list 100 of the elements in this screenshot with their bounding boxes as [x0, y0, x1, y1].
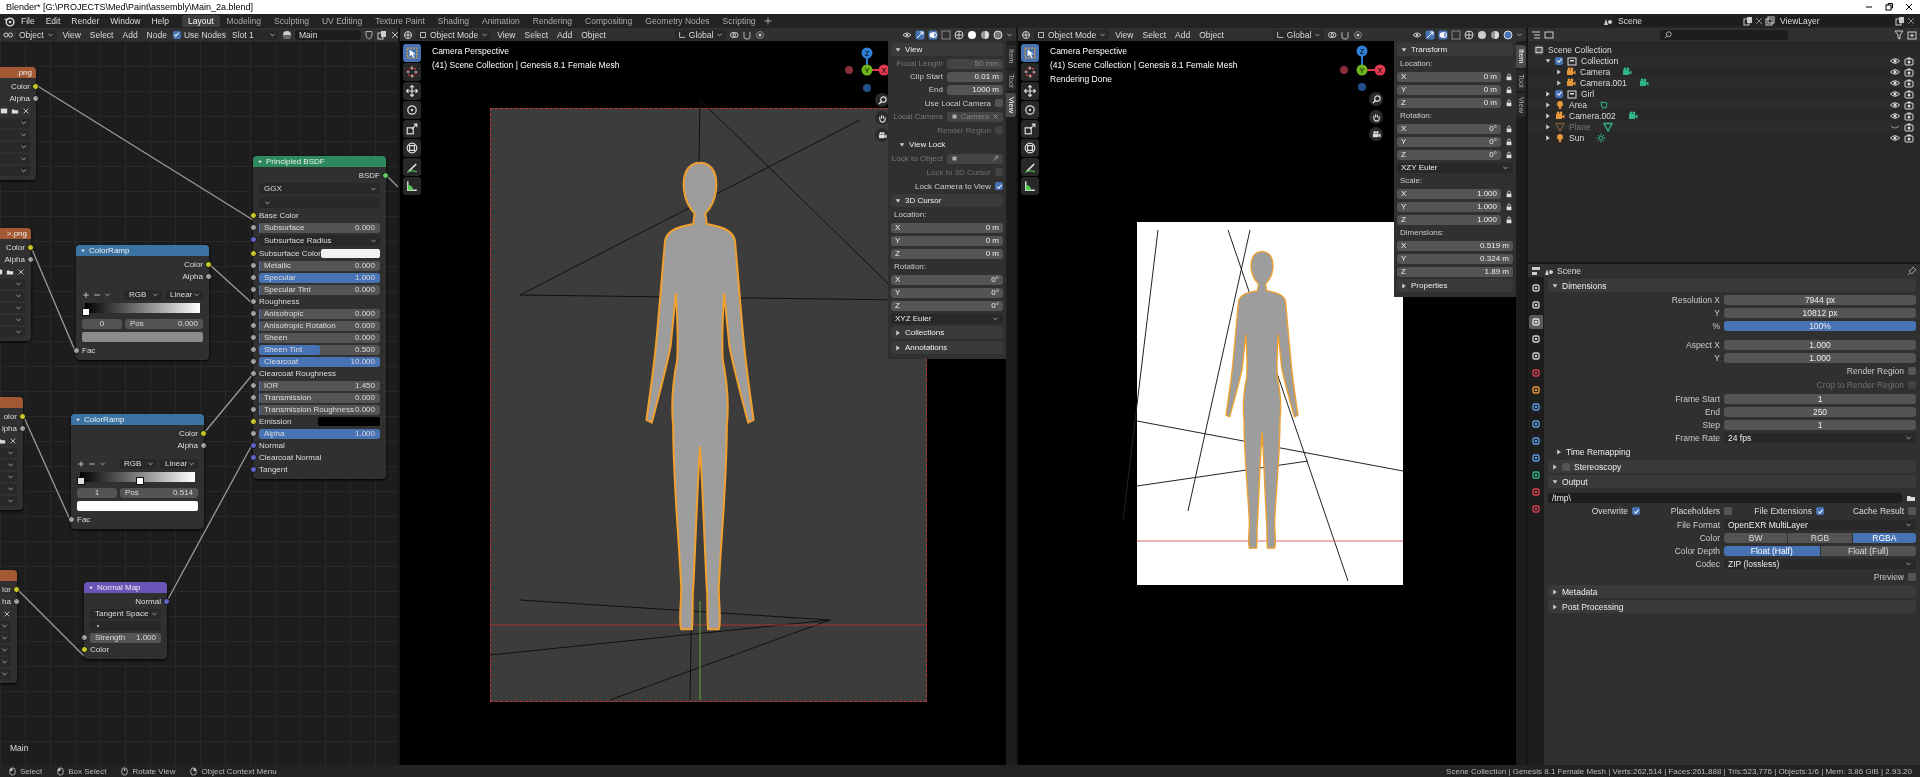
workspace-tab[interactable]: Compositing [579, 15, 639, 27]
dropdown[interactable]: XYZ Euler [891, 313, 1003, 324]
slider[interactable]: Alpha 1.000 [259, 428, 380, 439]
dropdown[interactable]: Linear [160, 458, 198, 469]
number-field[interactable]: 1 [1724, 393, 1916, 404]
material-field[interactable]: Main [295, 29, 361, 40]
menu-item[interactable]: Add [119, 29, 141, 40]
panel-header[interactable]: Annotations [891, 341, 1003, 354]
panel-header[interactable]: 3D Cursor [891, 194, 1003, 207]
slider[interactable]: Specular Tint 0.000 [259, 284, 380, 295]
panel-header[interactable]: Transform [1397, 43, 1513, 56]
view-layer-field[interactable]: ViewLayer [1776, 16, 1894, 26]
outliner-row[interactable]: Camera [1528, 66, 1920, 77]
number-field[interactable]: Pos 0.514 [120, 487, 198, 498]
dropdown[interactable]: OpenEXR MultiLayer [1724, 519, 1916, 530]
menu-item[interactable]: Window [105, 16, 146, 26]
slider[interactable]: 100% [1724, 320, 1916, 331]
menu-item[interactable]: Object [578, 29, 609, 40]
number-field[interactable]: X 0 m [891, 222, 1003, 233]
number-field[interactable]: 1 [1724, 419, 1916, 430]
number-field[interactable]: X 0.519 m [1397, 240, 1513, 251]
menu-item[interactable]: Select [1139, 29, 1170, 40]
slider[interactable]: Transmission Roughness0.000 [259, 404, 380, 415]
dropdown[interactable]: Tangent Space [90, 608, 161, 619]
workspace-tab[interactable]: Sculpting [268, 15, 315, 27]
menu-item[interactable]: Select [86, 29, 117, 40]
outliner-row[interactable]: Girl [1528, 88, 1920, 99]
number-field[interactable]: Y 0 m [891, 235, 1003, 246]
workspace-tab[interactable]: Geometry Nodes [639, 15, 716, 27]
node-header[interactable]: Principled BSDF [253, 156, 386, 167]
node-card[interactable]: .png Color Alpha [0, 67, 36, 180]
workspace-tab[interactable]: Modeling [220, 15, 267, 27]
number-field[interactable]: 250 [1724, 406, 1916, 417]
slider[interactable]: Subsurface 0.000 [259, 222, 380, 233]
number-field[interactable]: 0 [82, 318, 122, 329]
scene-field[interactable]: Scene [1614, 16, 1742, 26]
number-field[interactable]: Strength 1.000 [90, 632, 161, 643]
number-field[interactable]: X 0 m [1397, 71, 1501, 82]
number-field[interactable]: Z 0° [891, 300, 1003, 311]
number-field[interactable]: Z 0 m [891, 248, 1003, 259]
number-field[interactable]: Z 1.000 [1397, 214, 1501, 225]
workspace-tab[interactable]: Shading [431, 15, 475, 27]
number-field[interactable]: 0.01 m [947, 71, 1003, 82]
menu-item[interactable]: Select [521, 29, 552, 40]
panel-header[interactable]: Time Remapping [1548, 445, 1916, 458]
orientation-dropdown[interactable]: Global [1272, 29, 1325, 40]
number-field[interactable]: 1000 m [947, 84, 1003, 95]
panel-header[interactable]: View Lock [891, 138, 1003, 151]
panel-header[interactable]: Metadata [1548, 585, 1916, 598]
number-field[interactable]: 1.000 [1724, 339, 1916, 350]
number-field[interactable]: Z 0° [1397, 149, 1501, 160]
number-field[interactable]: 7944 px [1724, 294, 1916, 305]
toggle-button[interactable]: RGB [1788, 532, 1852, 543]
outliner-row[interactable]: Camera.002 [1528, 110, 1920, 121]
number-field[interactable]: Z 0 m [1397, 97, 1501, 108]
dropdown[interactable]: ZIP (lossless) [1724, 558, 1916, 569]
file-path-field[interactable]: /tmp\ [1548, 492, 1902, 503]
number-field[interactable]: Pos 0.000 [125, 318, 203, 329]
menu-item[interactable]: View [494, 29, 519, 40]
slider[interactable]: Sheen 0.000 [259, 332, 380, 343]
dropdown[interactable]: Object [16, 29, 57, 40]
panel-header[interactable]: Stereoscopy [1548, 460, 1916, 473]
number-field[interactable]: Y 1.000 [1397, 201, 1501, 212]
toggle-button[interactable]: Float (Half) [1724, 545, 1820, 556]
menu-item[interactable]: Node [143, 29, 170, 40]
workspace-tab[interactable]: Rendering [526, 15, 578, 27]
number-field[interactable]: Y 0.324 m [1397, 253, 1513, 264]
slider[interactable]: Transmission 0.000 [259, 392, 380, 403]
menu-item[interactable]: Help [146, 16, 174, 26]
dropdown[interactable]: Slot 1 [229, 29, 279, 40]
menu-item[interactable]: Add [554, 29, 576, 40]
workspace-tab[interactable]: Texture Paint [369, 15, 431, 27]
number-field[interactable]: Y 0 m [1397, 84, 1501, 95]
menu-item[interactable]: Edit [40, 16, 66, 26]
dropdown[interactable]: RGB [124, 289, 162, 300]
menu-item[interactable]: Add [1172, 29, 1194, 40]
number-field[interactable]: 1 [77, 487, 117, 498]
menu-item[interactable]: Object [1196, 29, 1227, 40]
dropdown[interactable]: RGB [119, 458, 157, 469]
workspace-tab[interactable]: Scripting [716, 15, 762, 27]
slider[interactable]: Anisotropic Rotation 0.000 [259, 320, 380, 331]
number-field[interactable]: X 0° [1397, 123, 1501, 134]
menu-item[interactable]: View [1112, 29, 1137, 40]
toggle-button[interactable]: RGBA [1852, 532, 1916, 543]
slider[interactable]: Anisotropic 0.000 [259, 308, 380, 319]
slider[interactable]: Clearcoat 10.000 [259, 356, 380, 367]
node-header[interactable]: ColorRamp [71, 414, 204, 425]
panel-header[interactable]: Output [1548, 475, 1916, 488]
dropdown[interactable]: Linear [165, 289, 203, 300]
panel-header[interactable]: Dimensions [1548, 279, 1916, 292]
dropdown[interactable]: 24 fps [1724, 432, 1916, 443]
dropdown[interactable]: GGX [259, 183, 380, 194]
node-card[interactable]: ColorRamp Color Alpha RGB Linear 0 Pos 0.000 Fac [76, 245, 209, 360]
slider[interactable]: Specular 1.000 [259, 272, 380, 283]
menu-item[interactable]: File [16, 16, 40, 26]
orientation-dropdown[interactable]: Global [674, 29, 727, 40]
number-field[interactable]: X 1.000 [1397, 188, 1501, 199]
node-header[interactable]: ColorRamp [76, 245, 209, 256]
dropdown[interactable]: XZY Euler [1397, 162, 1513, 173]
dropdown[interactable]: Subsurface Radius [259, 235, 380, 246]
